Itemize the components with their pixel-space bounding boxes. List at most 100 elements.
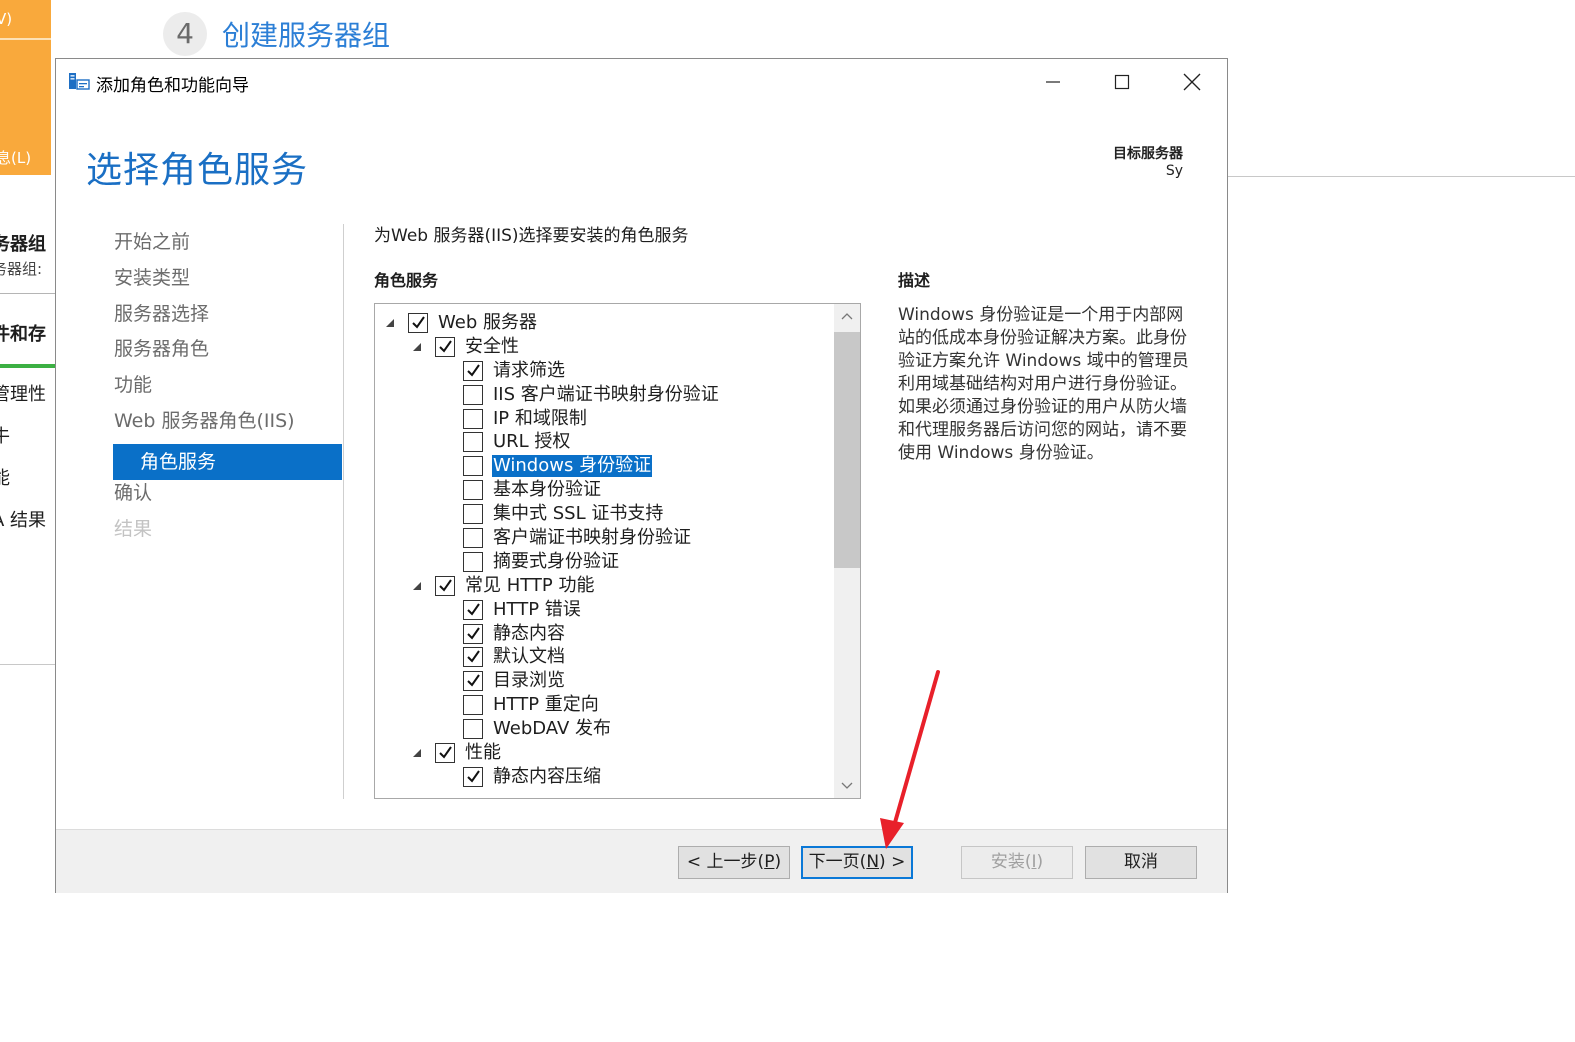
- tree-row[interactable]: 性能: [375, 741, 833, 765]
- tree-item-label[interactable]: 请求筛选: [492, 360, 566, 382]
- tree-item-label[interactable]: 客户端证书映射身份验证: [492, 527, 692, 549]
- tree-row[interactable]: WebDAV 发布: [375, 717, 833, 741]
- expand-collapse-icon[interactable]: [412, 342, 422, 352]
- tree-row[interactable]: URL 授权: [375, 430, 833, 454]
- checkbox-checked[interactable]: [463, 360, 483, 381]
- vertical-scrollbar[interactable]: [834, 304, 860, 798]
- nav-item-server-roles[interactable]: 服务器角色: [113, 336, 342, 372]
- previous-button[interactable]: < 上一步(P): [678, 846, 790, 879]
- server-manager-icon: [69, 73, 90, 90]
- tree-row[interactable]: 摘要式身份验证: [375, 550, 833, 574]
- sidebar-orange-text-bottom[interactable]: 息(L): [0, 147, 31, 168]
- next-button[interactable]: 下一页(N) >: [801, 846, 913, 879]
- nav-item-before-you-begin[interactable]: 开始之前: [113, 229, 342, 265]
- tree-item-label[interactable]: HTTP 重定向: [492, 694, 600, 716]
- scrollbar-thumb[interactable]: [834, 332, 860, 568]
- checkbox-unchecked[interactable]: [463, 432, 483, 453]
- checkbox-unchecked[interactable]: [463, 384, 483, 405]
- title-bar[interactable]: 添加角色和功能向导: [56, 59, 1227, 103]
- tree-item-label[interactable]: 基本身份验证: [492, 479, 602, 501]
- checkbox-unchecked[interactable]: [463, 719, 483, 740]
- tree-row[interactable]: 默认文档: [375, 645, 833, 669]
- nav-item-server-selection[interactable]: 服务器选择: [113, 301, 342, 337]
- cancel-button[interactable]: 取消: [1085, 846, 1197, 879]
- bg-panel-item[interactable]: 能: [0, 464, 10, 490]
- tree-item-label[interactable]: IP 和域限制: [492, 408, 588, 430]
- expand-collapse-icon[interactable]: [412, 748, 422, 758]
- tree-item-label[interactable]: HTTP 错误: [492, 599, 582, 621]
- tree-row[interactable]: 目录浏览: [375, 669, 833, 693]
- bg-panel-title[interactable]: 件和存: [0, 320, 46, 346]
- add-roles-features-wizard: 添加角色和功能向导 选择角色服务 目标服务器 Sy 开始之前 安装类型 服务器选…: [55, 58, 1228, 893]
- tree-row[interactable]: 请求筛选: [375, 359, 833, 383]
- checkbox-checked[interactable]: [408, 313, 428, 333]
- checkbox-checked[interactable]: [463, 623, 483, 644]
- tree-row[interactable]: 常见 HTTP 功能: [375, 574, 833, 598]
- tree-item-label[interactable]: 性能: [464, 742, 502, 764]
- step-link-create-server-group[interactable]: 创建服务器组: [222, 14, 390, 54]
- checkbox-checked[interactable]: [463, 766, 483, 787]
- checkbox-unchecked[interactable]: [463, 480, 483, 501]
- maximize-icon: [1114, 74, 1130, 90]
- tree-row[interactable]: 客户端证书映射身份验证: [375, 526, 833, 550]
- minimize-button[interactable]: [1030, 65, 1076, 99]
- checkbox-unchecked[interactable]: [463, 695, 483, 716]
- nav-item-role-services[interactable]: 角色服务: [113, 443, 342, 480]
- tree-row[interactable]: 静态内容: [375, 622, 833, 646]
- nav-item-installation-type[interactable]: 安装类型: [113, 265, 342, 301]
- checkbox-checked[interactable]: [435, 743, 455, 764]
- tree-item-label[interactable]: 静态内容压缩: [492, 766, 602, 788]
- checkbox-checked[interactable]: [435, 575, 455, 596]
- tree-item-label[interactable]: URL 授权: [492, 431, 571, 453]
- bg-panel-item[interactable]: A 结果: [0, 506, 46, 532]
- checkbox-unchecked[interactable]: [463, 504, 483, 525]
- checkbox-unchecked[interactable]: [463, 528, 483, 549]
- tree-row[interactable]: HTTP 错误: [375, 598, 833, 622]
- step-number-badge: 4: [163, 12, 207, 56]
- role-services-tree[interactable]: Web 服务器 安全性 请求筛选 IIS 客户端证书映射身份验证 IP 和域限制 URL …: [374, 303, 861, 799]
- previous-button-accesskey: P: [764, 852, 775, 872]
- tree-row[interactable]: IP 和域限制: [375, 407, 833, 431]
- maximize-button[interactable]: [1099, 65, 1145, 99]
- expand-collapse-icon[interactable]: [412, 581, 422, 591]
- checkbox-unchecked[interactable]: [463, 551, 483, 572]
- scroll-down-icon[interactable]: [841, 779, 853, 791]
- tree-item-label[interactable]: WebDAV 发布: [492, 718, 612, 740]
- tree-item-label[interactable]: 目录浏览: [492, 670, 566, 692]
- tree-row[interactable]: Web 服务器: [375, 311, 833, 335]
- tree-item-label[interactable]: IIS 客户端证书映射身份验证: [492, 384, 720, 406]
- nav-item-web-server-role[interactable]: Web 服务器角色(IIS): [113, 408, 342, 444]
- checkmark-icon: [467, 364, 480, 377]
- checkbox-unchecked[interactable]: [463, 408, 483, 429]
- nav-item-features[interactable]: 功能: [113, 372, 342, 408]
- tree-row[interactable]: 基本身份验证: [375, 478, 833, 502]
- tree-item-label[interactable]: Web 服务器: [437, 312, 538, 334]
- close-button[interactable]: [1169, 65, 1215, 99]
- tree-item-label[interactable]: Windows 身份验证: [492, 455, 653, 478]
- tree-item-label[interactable]: 常见 HTTP 功能: [464, 575, 596, 597]
- checkbox-checked[interactable]: [463, 599, 483, 620]
- tree-item-label[interactable]: 静态内容: [492, 623, 566, 645]
- bg-panel-item[interactable]: 管理性: [0, 380, 46, 406]
- tree-row[interactable]: Windows 身份验证: [375, 454, 833, 478]
- tree-row[interactable]: IIS 客户端证书映射身份验证: [375, 383, 833, 407]
- tree-item-label[interactable]: 摘要式身份验证: [492, 551, 620, 573]
- bg-panel-heading: 务器组: [0, 234, 46, 255]
- checkbox-checked[interactable]: [463, 671, 483, 692]
- bg-panel-item[interactable]: 牛: [0, 422, 10, 448]
- tree-row[interactable]: 集中式 SSL 证书支持: [375, 502, 833, 526]
- checkbox-unchecked[interactable]: [463, 456, 483, 477]
- bg-panel-subheading: 务器组:: [0, 260, 43, 278]
- tree-row[interactable]: HTTP 重定向: [375, 693, 833, 717]
- checkbox-checked[interactable]: [463, 647, 483, 668]
- checkbox-checked[interactable]: [435, 336, 455, 357]
- install-button-label-end: ): [1036, 852, 1044, 872]
- tree-item-label[interactable]: 默认文档: [492, 646, 566, 668]
- nav-item-confirmation[interactable]: 确认: [113, 480, 342, 516]
- tree-row[interactable]: 静态内容压缩: [375, 765, 833, 789]
- tree-row[interactable]: 安全性: [375, 335, 833, 359]
- expand-collapse-icon[interactable]: [385, 318, 395, 328]
- scroll-up-icon[interactable]: [841, 311, 853, 323]
- tree-item-label[interactable]: 集中式 SSL 证书支持: [492, 503, 664, 525]
- tree-item-label[interactable]: 安全性: [464, 336, 520, 358]
